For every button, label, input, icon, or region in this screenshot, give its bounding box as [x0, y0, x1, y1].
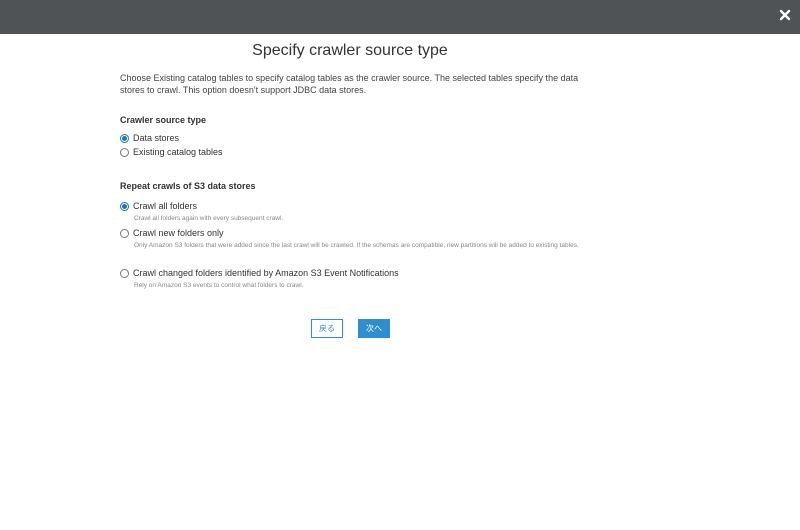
close-button[interactable]	[774, 4, 796, 26]
next-button[interactable]: 次へ	[358, 319, 390, 338]
option-label: Existing catalog tables	[133, 147, 223, 157]
page-description: Choose Existing catalog tables to specif…	[120, 73, 579, 95]
option-existing-catalog-tables[interactable]: Existing catalog tables	[120, 147, 223, 157]
radio-crawl-all-folders[interactable]	[120, 201, 129, 211]
crawl-all-folders-hint: Crawl all folders again with every subse…	[134, 215, 284, 222]
option-label: Crawl new folders only	[133, 228, 224, 238]
repeat-crawls-heading: Repeat crawls of S3 data stores	[120, 181, 256, 191]
crawler-source-heading: Crawler source type	[120, 115, 207, 125]
option-crawl-all-folders[interactable]: Crawl all folders	[120, 201, 197, 211]
option-label: Crawl changed folders identified by Amaz…	[133, 268, 399, 278]
top-bar	[0, 0, 800, 34]
back-button[interactable]: 戻る	[311, 319, 343, 338]
option-label: Data stores	[133, 133, 180, 143]
radio-existing-catalog-tables[interactable]	[120, 147, 129, 157]
crawl-changed-folders-hint: Rely on Amazon S3 events to control what…	[134, 282, 304, 289]
radio-data-stores[interactable]	[120, 133, 129, 143]
close-icon[interactable]	[779, 9, 791, 21]
option-crawl-new-folders[interactable]: Crawl new folders only	[120, 228, 224, 238]
option-crawl-changed-folders[interactable]: Crawl changed folders identified by Amaz…	[120, 268, 399, 278]
crawl-new-folders-hint: Only Amazon S3 folders that were added s…	[134, 242, 579, 249]
radio-crawl-changed-folders[interactable]	[120, 268, 129, 278]
page-title: Specify crawler source type	[252, 42, 448, 59]
option-data-stores[interactable]: Data stores	[120, 133, 179, 143]
option-label: Crawl all folders	[133, 201, 198, 211]
radio-crawl-new-folders[interactable]	[120, 228, 129, 238]
main-panel: Specify crawler source type Choose Exist…	[0, 34, 800, 530]
